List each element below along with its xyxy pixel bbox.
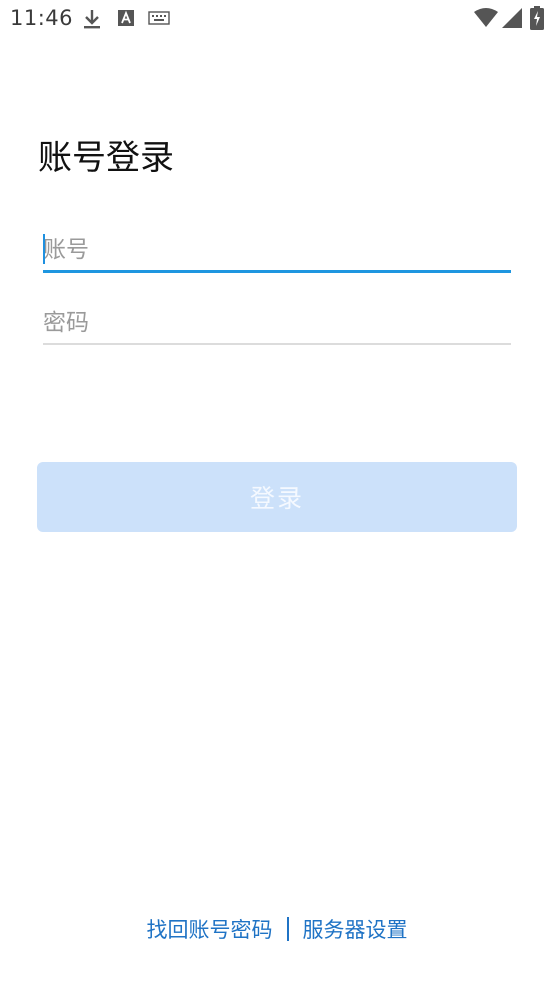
battery-charging-icon bbox=[530, 6, 544, 30]
password-input[interactable] bbox=[43, 303, 511, 343]
account-input[interactable] bbox=[43, 230, 511, 270]
text-caret bbox=[43, 234, 45, 264]
download-icon bbox=[84, 10, 100, 29]
page-title: 账号登录 bbox=[38, 138, 174, 178]
status-bar: 11:46 bbox=[0, 0, 554, 38]
login-button[interactable]: 登录 bbox=[37, 462, 517, 532]
footer-links: 找回账号密码 服务器设置 bbox=[0, 914, 554, 944]
footer-divider bbox=[286, 917, 289, 941]
forgot-password-link[interactable]: 找回账号密码 bbox=[147, 918, 273, 942]
password-field-container bbox=[43, 303, 511, 345]
status-time: 11:46 bbox=[10, 6, 74, 30]
keyboard-icon bbox=[148, 11, 170, 25]
a-notification-icon bbox=[118, 10, 134, 26]
password-input-underline bbox=[43, 343, 511, 345]
wifi-icon bbox=[474, 8, 498, 27]
server-settings-link[interactable]: 服务器设置 bbox=[303, 918, 408, 942]
account-field-container bbox=[43, 230, 511, 273]
signal-icon bbox=[502, 8, 522, 28]
account-input-underline bbox=[43, 270, 511, 273]
